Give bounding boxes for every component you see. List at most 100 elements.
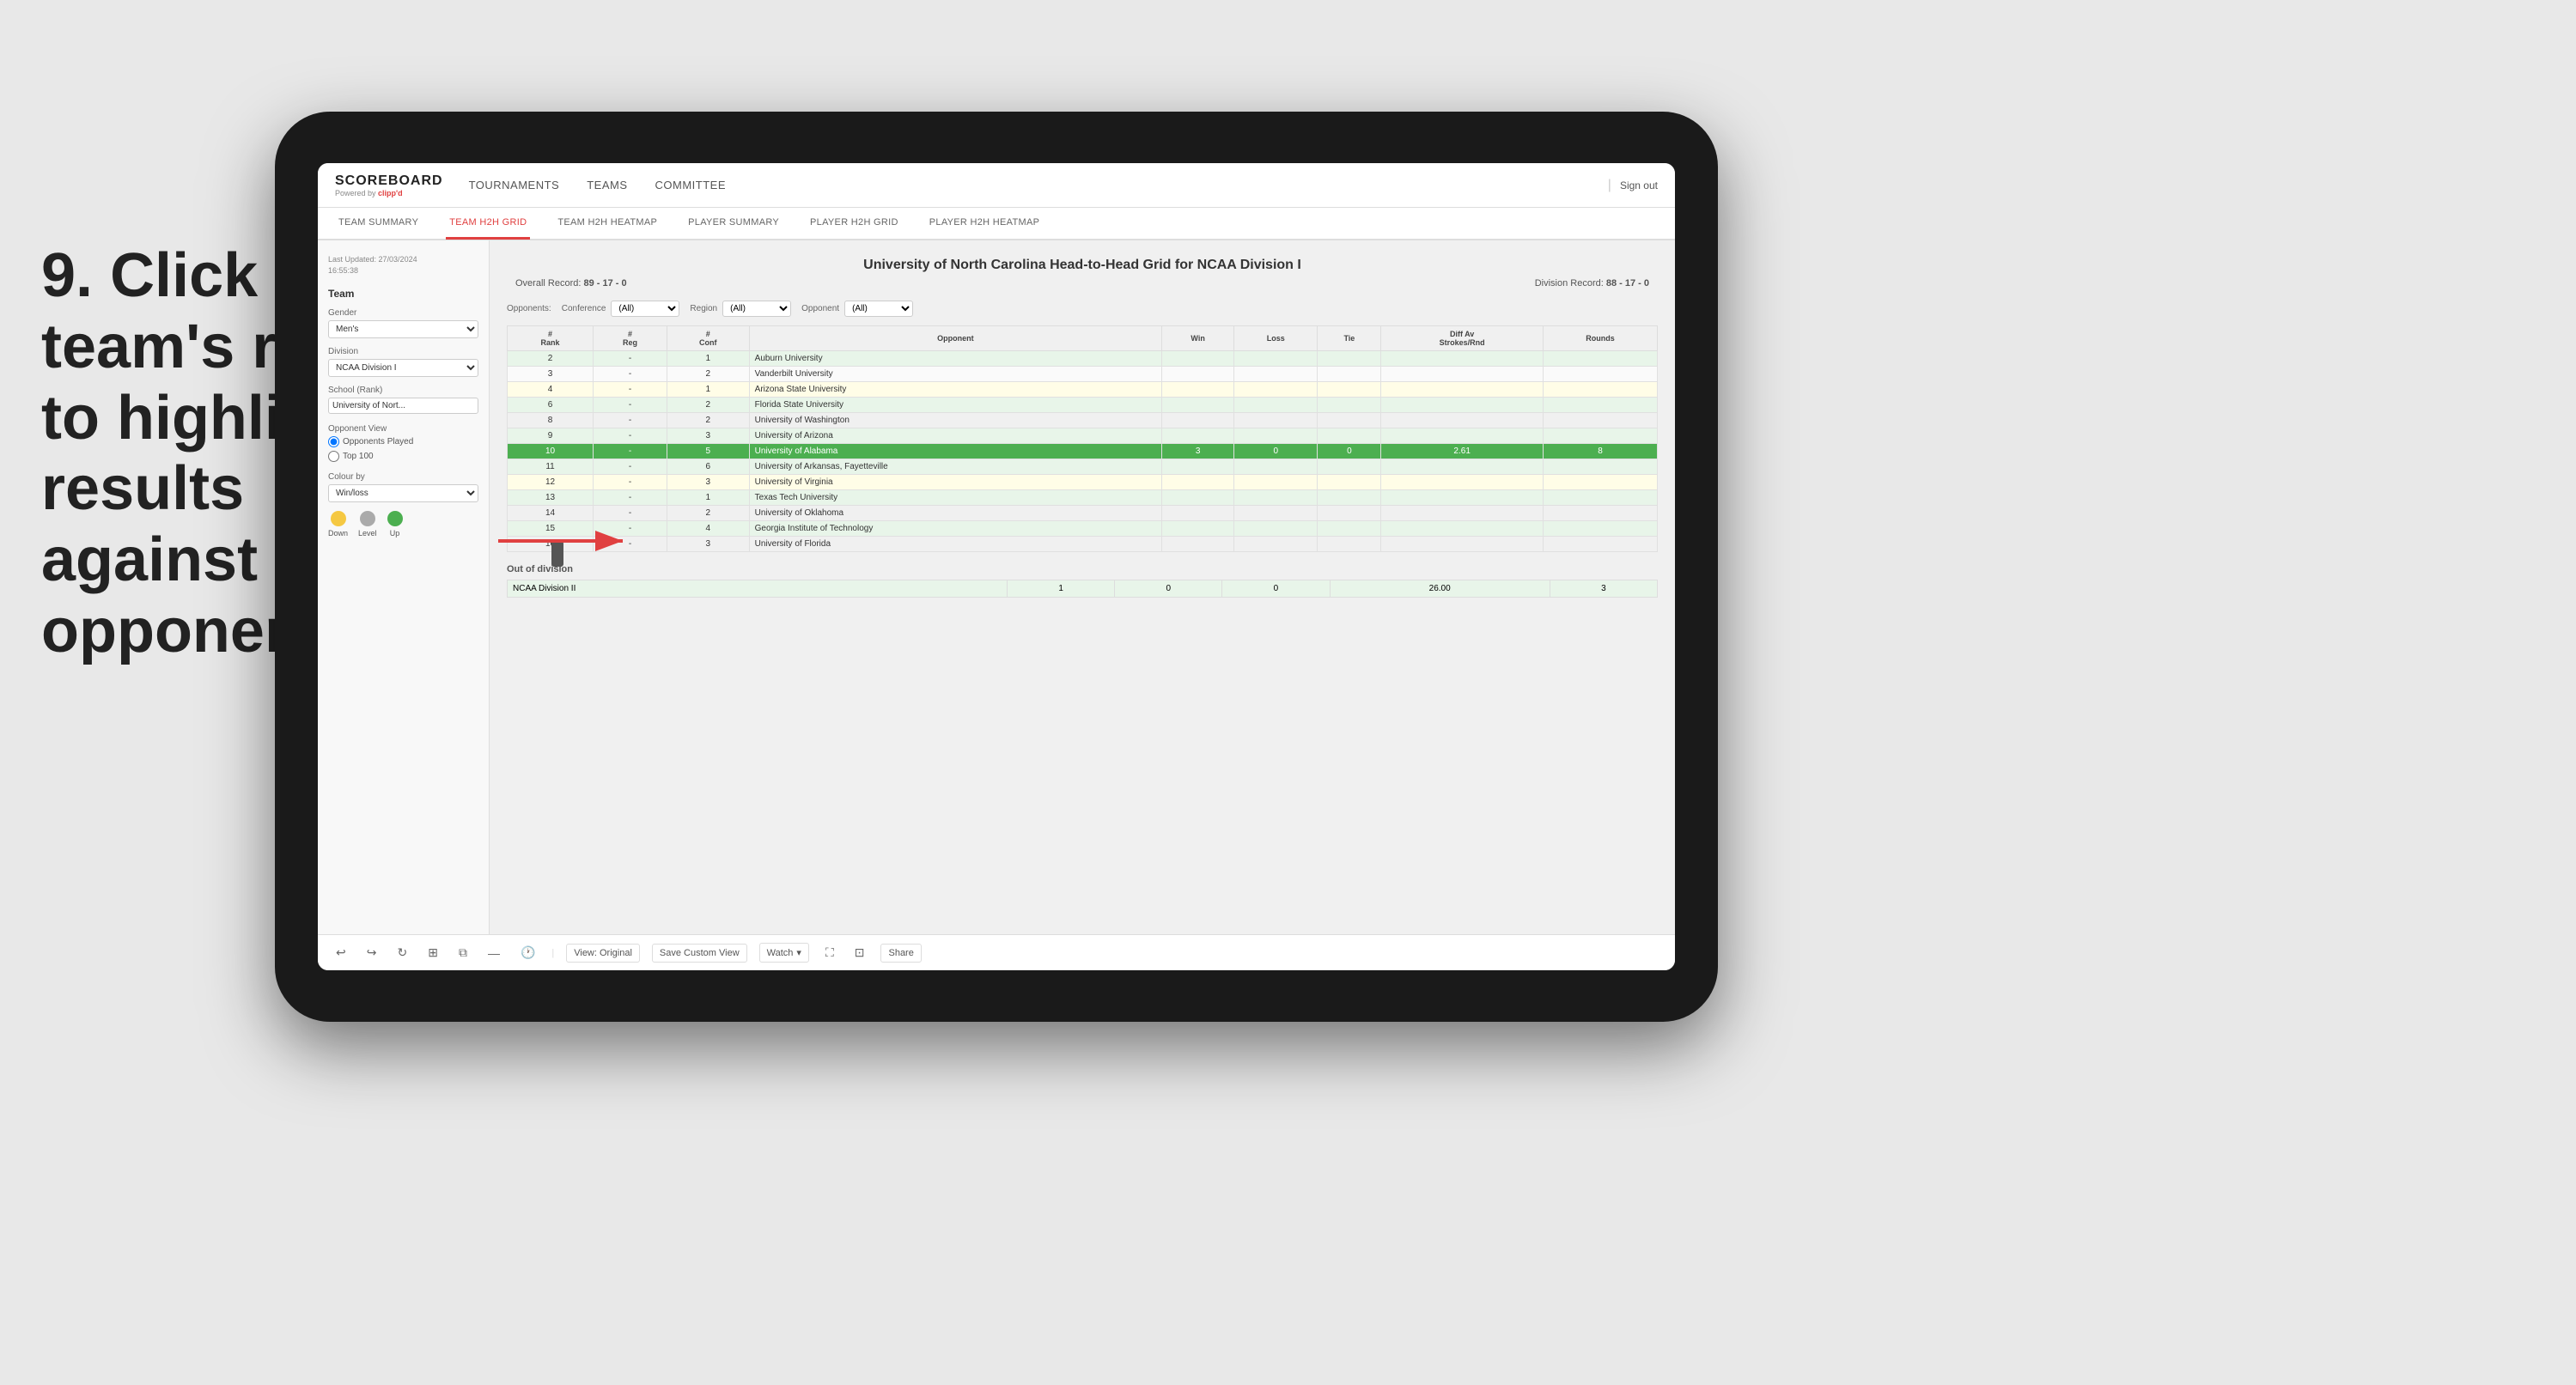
loss-cell [1234,382,1318,398]
diff-cell [1381,398,1544,413]
table-row[interactable]: 15-4Georgia Institute of Technology [508,521,1658,537]
sidebar-division-select[interactable]: NCAA Division I [328,359,478,377]
sidebar-school-label: School (Rank) [328,386,478,395]
table-row[interactable]: 4-1Arizona State University [508,382,1658,398]
col-diff: Diff AvStrokes/Rnd [1381,326,1544,351]
clock-btn[interactable]: 🕐 [516,944,539,962]
opponent-filter-select[interactable]: (All) [844,301,913,317]
sidebar-radio-top100-input[interactable] [328,451,339,462]
table-row[interactable]: 13-1Texas Tech University [508,490,1658,506]
tablet-side-button [551,541,563,567]
tie-cell [1318,475,1381,490]
table-row[interactable]: 2-1Auburn University [508,351,1658,367]
diff-cell [1381,367,1544,382]
out-division-table: NCAA Division II 1 0 0 26.00 3 [507,580,1658,598]
share-btn[interactable]: Share [880,944,921,963]
sub-nav-player-h2h-grid[interactable]: PLAYER H2H GRID [807,207,902,240]
loss-cell [1234,398,1318,413]
opponent-cell: University of Arizona [749,428,1161,444]
sub-nav-team-h2h-heatmap[interactable]: TEAM H2H HEATMAP [554,207,661,240]
out-division-win: 1 [1008,580,1115,598]
table-row[interactable]: 12-3University of Virginia [508,475,1658,490]
view-original-btn[interactable]: View: Original [566,944,640,963]
redo-btn[interactable]: ↪ [362,944,381,962]
table-row[interactable]: 14-2University of Oklahoma [508,506,1658,521]
reg-cell: - [594,413,667,428]
legend-down: Down [328,511,348,538]
nav-committee[interactable]: COMMITTEE [655,175,727,195]
expand-btn[interactable]: ⊞ [423,944,442,962]
rounds-cell [1544,398,1658,413]
loss-cell [1234,490,1318,506]
save-custom-view-btn[interactable]: Save Custom View [652,944,747,963]
reg-cell: - [594,459,667,475]
conference-filter-select[interactable]: (All) [611,301,679,317]
tie-cell [1318,351,1381,367]
tablet-frame: SCOREBOARD Powered by clipp'd TOURNAMENT… [275,112,1718,1022]
copy-btn[interactable]: ⧉ [454,944,472,962]
logo-powered: Powered by clipp'd [335,189,443,197]
conf-cell: 5 [667,444,749,459]
loss-cell: 0 [1234,444,1318,459]
filters-row: Opponents: Conference (All) Region (All) [507,301,1658,317]
sidebar-gender-select[interactable]: Men's [328,320,478,338]
out-division-tie: 0 [1222,580,1330,598]
sub-nav-player-h2h-heatmap[interactable]: PLAYER H2H HEATMAP [926,207,1043,240]
table-row[interactable]: 11-6University of Arkansas, Fayetteville [508,459,1658,475]
table-row[interactable]: 3-2Vanderbilt University [508,367,1658,382]
sidebar-radio-opponents-input[interactable] [328,436,339,447]
watch-btn[interactable]: Watch ▾ [759,943,809,963]
table-row[interactable]: 9-3University of Arizona [508,428,1658,444]
opponent-cell: Texas Tech University [749,490,1161,506]
redo2-btn[interactable]: ↻ [393,944,411,962]
opponent-cell: Arizona State University [749,382,1161,398]
watch-label: Watch [767,948,794,958]
sidebar-division-label: Division [328,347,478,356]
table-row[interactable]: 10-5University of Alabama3002.618 [508,444,1658,459]
sub-nav-team-h2h-grid[interactable]: TEAM H2H GRID [446,207,530,240]
rounds-cell [1544,537,1658,552]
content-area: University of North Carolina Head-to-Hea… [490,240,1675,934]
opponent-filter-group: Opponent (All) [801,301,913,317]
sidebar-radio-top100[interactable]: Top 100 [328,451,478,462]
nav-items: TOURNAMENTS TEAMS COMMITTEE [469,175,1608,195]
legend-level: Level [358,511,377,538]
sidebar-colour-by-select[interactable]: Win/loss [328,484,478,502]
diff-cell [1381,413,1544,428]
sidebar-school-text: University of Nort... [328,398,478,414]
conf-cell: 1 [667,490,749,506]
diff-cell [1381,382,1544,398]
opponents-filter-label: Opponents: [507,304,551,313]
sub-nav: TEAM SUMMARY TEAM H2H GRID TEAM H2H HEAT… [318,208,1675,240]
out-division-row[interactable]: NCAA Division II 1 0 0 26.00 3 [508,580,1658,598]
table-row[interactable]: 8-2University of Washington [508,413,1658,428]
nav-sign-out[interactable]: Sign out [1620,179,1658,191]
reg-cell: - [594,444,667,459]
rank-cell: 9 [508,428,594,444]
table-row[interactable]: 16-3University of Florida [508,537,1658,552]
rounds-cell [1544,521,1658,537]
conf-cell: 2 [667,398,749,413]
region-filter-select[interactable]: (All) [722,301,791,317]
share-icon-btn[interactable]: ⊡ [850,944,869,962]
sidebar: Last Updated: 27/03/2024 16:55:38 Team G… [318,240,490,934]
win-cell [1162,367,1234,382]
table-row[interactable]: 6-2Florida State University [508,398,1658,413]
out-division-rounds: 3 [1550,580,1657,598]
nav-tournaments[interactable]: TOURNAMENTS [469,175,560,195]
conf-cell: 1 [667,351,749,367]
rounds-cell [1544,506,1658,521]
dash-btn[interactable]: — [484,945,504,962]
sub-nav-player-summary[interactable]: PLAYER SUMMARY [685,207,783,240]
sidebar-radio-opponents[interactable]: Opponents Played [328,436,478,447]
diff-cell [1381,506,1544,521]
screen-btn[interactable]: ⛶ [821,944,838,962]
record-row: Overall Record: 89 - 17 - 0 Division Rec… [507,278,1658,289]
sub-nav-team-summary[interactable]: TEAM SUMMARY [335,207,422,240]
tie-cell [1318,459,1381,475]
undo-btn[interactable]: ↩ [332,944,350,962]
rank-cell: 6 [508,398,594,413]
sidebar-colour-by: Colour by Win/loss [328,472,478,502]
nav-teams[interactable]: TEAMS [587,175,627,195]
diff-cell [1381,490,1544,506]
